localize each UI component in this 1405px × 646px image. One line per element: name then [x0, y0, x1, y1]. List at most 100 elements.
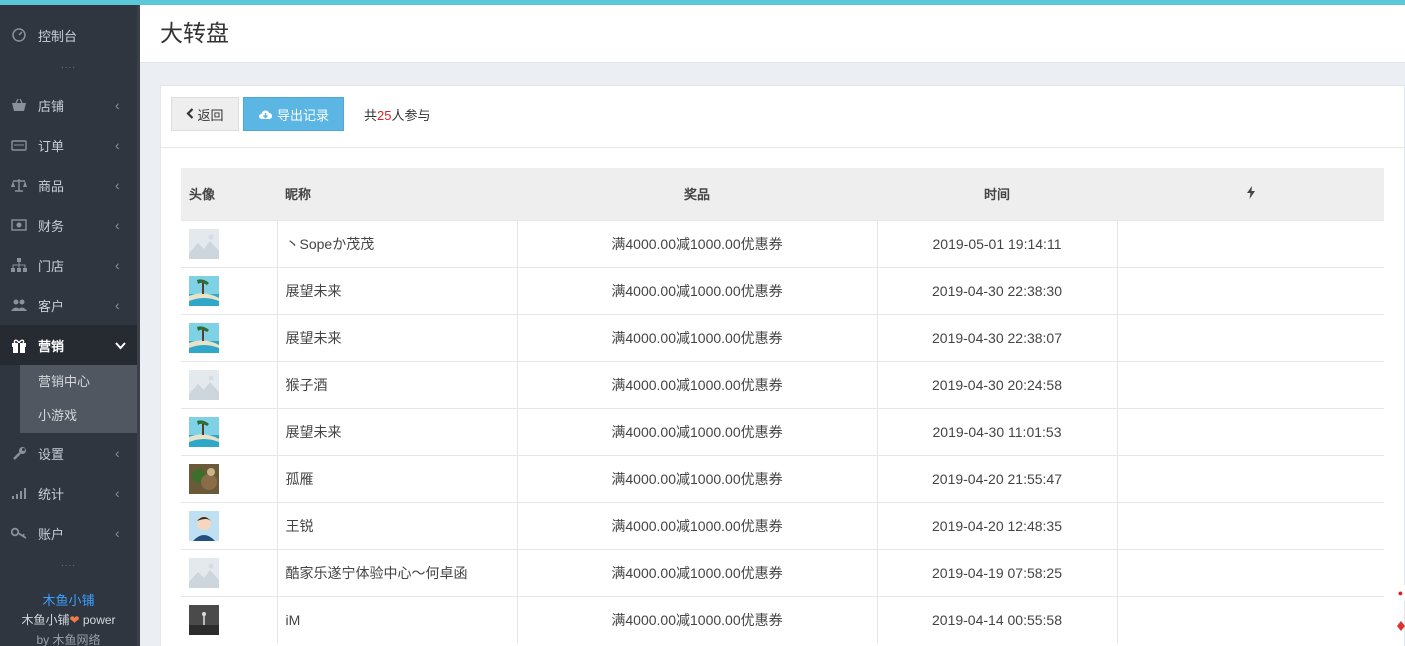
- avatar: [189, 275, 219, 306]
- order-icon: [11, 137, 27, 153]
- bar-chart-icon: [11, 485, 27, 501]
- export-records-label: 导出记录: [276, 107, 329, 123]
- avatar: [189, 604, 219, 635]
- sidebar-item-statistics[interactable]: 统计 ‹: [0, 473, 137, 513]
- table-row: 孤雁 满4000.00减1000.00优惠券 2019-04-20 21:55:47: [181, 454, 1384, 502]
- basket-icon: [11, 97, 27, 113]
- nickname-cell: 丶Sopeか茂茂: [277, 219, 518, 267]
- brand-power-name: 木鱼小铺: [21, 613, 70, 627]
- sidebar-item-label: 店铺: [38, 98, 65, 114]
- back-button[interactable]: 返回: [171, 97, 239, 131]
- table-header-row: 头像 昵称 奖品 时间: [181, 168, 1384, 220]
- chevron-left-icon: ‹: [115, 177, 120, 193]
- avatar-cell: [181, 454, 278, 502]
- brand-company-link[interactable]: 木鱼网络: [53, 633, 101, 646]
- column-header-actions: [1117, 168, 1384, 220]
- participant-count-prefix: 共: [364, 108, 378, 123]
- sidebar-item-label: 订单: [38, 138, 65, 154]
- sidebar-item-label: 控制台: [38, 28, 78, 44]
- sidebar-scrollbar[interactable]: [137, 5, 140, 646]
- prize-cell: 满4000.00减1000.00优惠券: [517, 407, 878, 455]
- chevron-left-icon: ‹: [115, 97, 120, 113]
- sidebar-item-customers[interactable]: 客户 ‹: [0, 285, 137, 325]
- avatar: [189, 416, 219, 447]
- avatar-cell: [181, 266, 278, 314]
- time-cell: 2019-04-30 11:01:53: [877, 407, 1118, 455]
- sidebar-item-label: 统计: [38, 486, 65, 502]
- nickname-cell: iM: [277, 595, 518, 643]
- toolbar: 返回 导出记录 共25人参与: [161, 86, 1404, 148]
- chevron-down-icon: [115, 337, 126, 353]
- top-accent-bar: [0, 0, 1405, 5]
- records-panel: 返回 导出记录 共25人参与 头像 昵称 奖品 时间 丶Sopeか茂茂 满400…: [160, 85, 1405, 646]
- avatar: [189, 228, 219, 259]
- submenu-item-marketing-center[interactable]: 营销中心: [20, 365, 137, 399]
- sidebar-item-label: 门店: [38, 258, 65, 274]
- back-button-label: 返回: [197, 107, 224, 123]
- records-table: 头像 昵称 奖品 时间 丶Sopeか茂茂 满4000.00减1000.00优惠券 2…: [181, 168, 1384, 643]
- table-row: 丶Sopeか茂茂 满4000.00减1000.00优惠券 2019-05-01 19…: [181, 219, 1384, 267]
- gift-icon: [11, 337, 27, 353]
- nickname-cell: 展望未来: [277, 407, 518, 455]
- table-row: 猴子酒 满4000.00减1000.00优惠券 2019-04-30 20:24:5…: [181, 360, 1384, 408]
- actions-cell: [1117, 219, 1384, 267]
- sidebar-item-label: 客户: [38, 298, 65, 314]
- scale-icon: [11, 177, 27, 193]
- sidebar-item-finance[interactable]: 财务 ‹: [0, 205, 137, 245]
- chevron-left-icon: ‹: [115, 525, 120, 541]
- cloud-download-icon: [258, 109, 273, 120]
- time-cell: 2019-04-30 20:24:58: [877, 360, 1118, 408]
- nickname-cell: 王锐: [277, 501, 518, 549]
- sidebar-item-label: 设置: [38, 446, 65, 462]
- page-title: 大转盘: [160, 20, 229, 46]
- avatar: [189, 369, 219, 400]
- sitemap-icon: [11, 257, 27, 273]
- time-cell: 2019-04-30 22:38:07: [877, 313, 1118, 361]
- actions-cell: [1117, 501, 1384, 549]
- column-header-prize: 奖品: [683, 187, 710, 203]
- sidebar-item-settings[interactable]: 设置 ‹: [0, 433, 137, 473]
- avatar: [189, 557, 219, 588]
- sidebar-item-products[interactable]: 商品 ‹: [0, 165, 137, 205]
- chevron-left-icon: ‹: [115, 445, 120, 461]
- avatar: [189, 463, 219, 494]
- sidebar-item-shop[interactable]: 店铺 ‹: [0, 85, 137, 125]
- sidebar-item-marketing[interactable]: 营销: [0, 325, 137, 365]
- sidebar-item-label: 商品: [38, 178, 65, 194]
- sidebar-item-label: 账户: [38, 526, 65, 542]
- table-row: iM 满4000.00减1000.00优惠券 2019-04-14 00:55:58: [181, 595, 1384, 643]
- avatar-cell: [181, 313, 278, 361]
- actions-cell: [1117, 266, 1384, 314]
- sidebar-item-label: 营销: [38, 338, 65, 354]
- sidebar-item-orders[interactable]: 订单 ‹: [0, 125, 137, 165]
- lightning-icon: [1246, 185, 1255, 202]
- sidebar-item-dashboard[interactable]: 控制台: [0, 15, 137, 55]
- participant-count-number: 25: [377, 108, 392, 123]
- floating-service-badge[interactable]: ●: [1396, 585, 1405, 601]
- table-row: 展望未来 满4000.00减1000.00优惠券 2019-04-30 11:01:…: [181, 407, 1384, 455]
- submenu-item-mini-games[interactable]: 小游戏: [20, 399, 137, 433]
- avatar-cell: [181, 595, 278, 643]
- participant-count: 共25人参与: [364, 105, 431, 124]
- users-icon: [11, 297, 27, 313]
- prize-cell: 满4000.00减1000.00优惠券: [517, 219, 878, 267]
- column-header-time: 时间: [983, 187, 1010, 203]
- nickname-cell: 展望未来: [277, 313, 518, 361]
- money-icon: [11, 217, 27, 233]
- page-header: 大转盘: [140, 5, 1405, 63]
- brand-by-prefix: by: [36, 633, 53, 646]
- prize-cell: 满4000.00减1000.00优惠券: [517, 313, 878, 361]
- sidebar-item-account[interactable]: 账户 ‹: [0, 513, 137, 553]
- avatar-cell: [181, 219, 278, 267]
- prize-cell: 满4000.00减1000.00优惠券: [517, 266, 878, 314]
- brand-name[interactable]: 木鱼小铺: [0, 590, 137, 609]
- time-cell: 2019-05-01 19:14:11: [877, 219, 1118, 267]
- export-records-button[interactable]: 导出记录: [243, 97, 344, 131]
- floating-diamond-badge[interactable]: [1396, 618, 1405, 631]
- prize-cell: 满4000.00减1000.00优惠券: [517, 548, 878, 596]
- avatar: [189, 510, 219, 541]
- key-icon: [11, 525, 27, 541]
- nickname-cell: 猴子酒: [277, 360, 518, 408]
- sidebar-item-stores[interactable]: 门店 ‹: [0, 245, 137, 285]
- sidebar-separator: ....: [60, 60, 77, 71]
